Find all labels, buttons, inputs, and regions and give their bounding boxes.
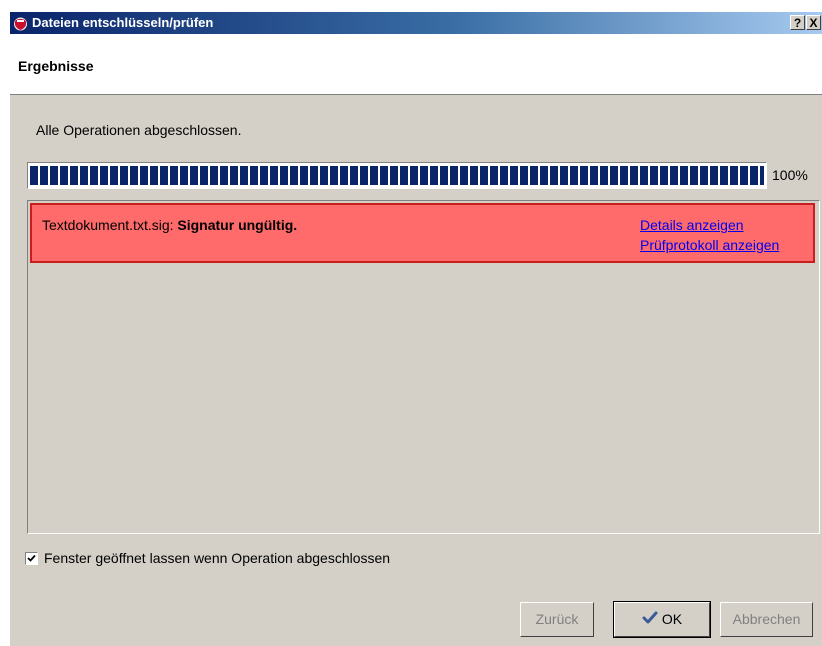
- result-text: Textdokument.txt.sig: Signatur ungültig.: [42, 217, 297, 233]
- keep-open-checkbox[interactable]: [25, 552, 38, 565]
- ok-button-label: OK: [661, 611, 683, 627]
- close-button[interactable]: X: [806, 15, 821, 30]
- ok-button[interactable]: OK: [613, 601, 711, 638]
- result-filename: Textdokument.txt.sig:: [42, 217, 174, 233]
- result-status: Signatur ungültig.: [177, 217, 298, 233]
- dialog-window: Dateien entschlüsseln/prüfen ? X Ergebni…: [10, 12, 822, 646]
- progress-label: 100%: [772, 167, 808, 183]
- cancel-button-label: Abbrechen: [732, 611, 801, 627]
- keep-open-label: Fenster geöffnet lassen wenn Operation a…: [44, 550, 391, 566]
- audit-log-link[interactable]: Prüfprotokoll anzeigen: [640, 237, 779, 253]
- result-item: Textdokument.txt.sig: Signatur ungültig.…: [30, 203, 815, 263]
- checkmark-icon: [642, 604, 658, 636]
- details-link[interactable]: Details anzeigen: [640, 217, 744, 233]
- status-message: Alle Operationen abgeschlossen.: [36, 122, 242, 138]
- window-title: Dateien entschlüsseln/prüfen: [32, 15, 214, 30]
- help-button[interactable]: ?: [790, 15, 805, 30]
- progress-bar: [27, 162, 767, 189]
- checkmark-icon: [27, 554, 36, 562]
- cancel-button[interactable]: Abbrechen: [720, 602, 813, 637]
- header-panel: Ergebnisse: [10, 34, 822, 95]
- page-title: Ergebnisse: [18, 58, 94, 74]
- progress-fill: [30, 166, 764, 185]
- back-button-label: Zurück: [535, 611, 579, 627]
- back-button[interactable]: Zurück: [520, 602, 594, 637]
- results-list[interactable]: Textdokument.txt.sig: Signatur ungültig.…: [27, 200, 820, 534]
- app-icon: [13, 16, 28, 31]
- title-bar[interactable]: Dateien entschlüsseln/prüfen ? X: [10, 12, 822, 34]
